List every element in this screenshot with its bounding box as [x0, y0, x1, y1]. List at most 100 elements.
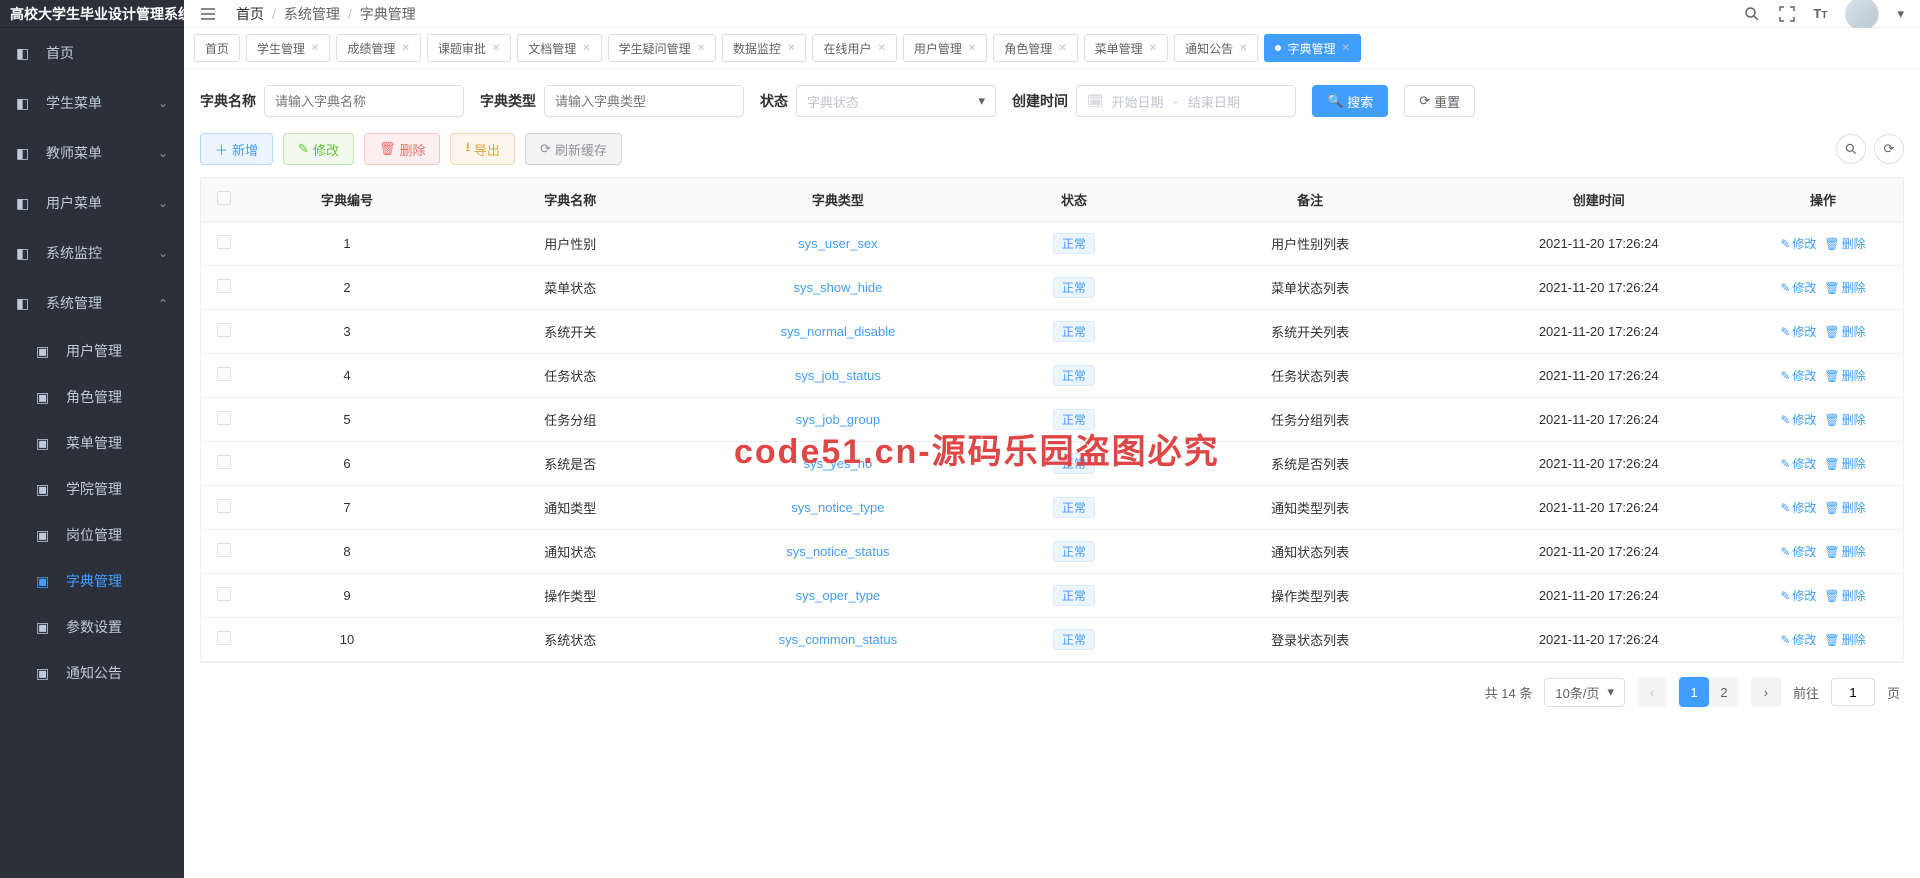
close-icon[interactable]: ✕ — [1239, 43, 1247, 54]
row-delete-button[interactable]: 🗑删除 — [1824, 633, 1865, 647]
row-checkbox[interactable] — [217, 499, 231, 513]
sidebar-item-param-mgmt[interactable]: ▣参数设置 — [20, 604, 184, 650]
page-size-select[interactable]: 10条/页 ▾ — [1544, 678, 1625, 707]
close-icon[interactable]: ✕ — [1342, 43, 1350, 54]
row-checkbox[interactable] — [217, 455, 231, 469]
tab-字典管理[interactable]: 字典管理✕ — [1264, 34, 1360, 62]
close-icon[interactable]: ✕ — [968, 43, 976, 54]
row-delete-button[interactable]: 🗑删除 — [1824, 369, 1865, 383]
page-2-button[interactable]: 2 — [1709, 677, 1739, 707]
sidebar-item-role-mgmt[interactable]: ▣角色管理 — [20, 374, 184, 420]
sidebar-item-system[interactable]: ◧系统管理⌄ — [0, 278, 184, 328]
sidebar-item-teacher[interactable]: ◧教师菜单⌄ — [0, 128, 184, 178]
hamburger-icon[interactable] — [200, 6, 216, 22]
tab-通知公告[interactable]: 通知公告✕ — [1174, 34, 1258, 62]
close-icon[interactable]: ✕ — [697, 43, 705, 54]
tab-在线用户[interactable]: 在线用户✕ — [812, 34, 896, 62]
close-icon[interactable]: ✕ — [787, 43, 795, 54]
delete-button[interactable]: 🗑删除 — [364, 133, 441, 165]
row-checkbox[interactable] — [217, 587, 231, 601]
next-page-button[interactable]: › — [1751, 677, 1781, 707]
row-checkbox[interactable] — [217, 279, 231, 293]
prev-page-button[interactable]: ‹ — [1637, 677, 1667, 707]
row-checkbox[interactable] — [217, 411, 231, 425]
edit-button[interactable]: ✎修改 — [283, 133, 354, 165]
fullscreen-icon[interactable] — [1779, 6, 1795, 22]
tab-文档管理[interactable]: 文档管理✕ — [517, 34, 601, 62]
sidebar-item-home[interactable]: ◧首页 — [0, 28, 184, 78]
close-icon[interactable]: ✕ — [1058, 43, 1066, 54]
cell-type-link[interactable]: sys_user_sex — [798, 236, 877, 251]
sidebar-item-monitor[interactable]: ◧系统监控⌄ — [0, 228, 184, 278]
row-checkbox[interactable] — [217, 631, 231, 645]
refresh-table-button[interactable]: ⟳ — [1874, 134, 1904, 164]
cell-type-link[interactable]: sys_common_status — [779, 632, 898, 647]
tab-首页[interactable]: 首页 — [194, 34, 240, 62]
tab-用户管理[interactable]: 用户管理✕ — [903, 34, 987, 62]
cell-type-link[interactable]: sys_notice_type — [791, 500, 884, 515]
close-icon[interactable]: ✕ — [1149, 43, 1157, 54]
row-edit-button[interactable]: ✎修改 — [1780, 589, 1816, 603]
row-delete-button[interactable]: 🗑删除 — [1824, 545, 1865, 559]
tab-角色管理[interactable]: 角色管理✕ — [993, 34, 1077, 62]
font-size-icon[interactable]: TT — [1813, 6, 1827, 21]
sidebar-item-user[interactable]: ◧用户菜单⌄ — [0, 178, 184, 228]
refresh-cache-button[interactable]: ⟳刷新缓存 — [525, 133, 622, 165]
row-edit-button[interactable]: ✎修改 — [1780, 457, 1816, 471]
sidebar-item-menu-mgmt[interactable]: ▣菜单管理 — [20, 420, 184, 466]
cell-type-link[interactable]: sys_notice_status — [786, 544, 889, 559]
row-edit-button[interactable]: ✎修改 — [1780, 633, 1816, 647]
row-edit-button[interactable]: ✎修改 — [1780, 325, 1816, 339]
sidebar-item-student[interactable]: ◧学生菜单⌄ — [0, 78, 184, 128]
cell-type-link[interactable]: sys_job_status — [795, 368, 881, 383]
sidebar-item-notice-mgmt[interactable]: ▣通知公告 — [20, 650, 184, 696]
row-edit-button[interactable]: ✎修改 — [1780, 545, 1816, 559]
sidebar-item-post-mgmt[interactable]: ▣岗位管理 — [20, 512, 184, 558]
sidebar-item-college-mgmt[interactable]: ▣学院管理 — [20, 466, 184, 512]
row-edit-button[interactable]: ✎修改 — [1780, 501, 1816, 515]
avatar[interactable] — [1845, 0, 1879, 31]
sidebar-item-dict-mgmt[interactable]: ▣字典管理 — [20, 558, 184, 604]
close-icon[interactable]: ✕ — [877, 43, 885, 54]
jump-page-input[interactable] — [1831, 678, 1875, 706]
close-icon[interactable]: ✕ — [492, 43, 500, 54]
row-delete-button[interactable]: 🗑删除 — [1824, 325, 1865, 339]
breadcrumb-item[interactable]: 首页 — [236, 6, 264, 22]
avatar-caret-icon[interactable]: ▾ — [1897, 6, 1904, 22]
select-all-checkbox[interactable] — [217, 191, 231, 205]
row-delete-button[interactable]: 🗑删除 — [1824, 457, 1865, 471]
cell-type-link[interactable]: sys_show_hide — [793, 280, 882, 295]
row-checkbox[interactable] — [217, 323, 231, 337]
date-range-input[interactable]: 🗓 开始日期 - 结束日期 — [1076, 85, 1296, 117]
dict-type-input[interactable] — [544, 85, 744, 117]
sidebar-item-user-mgmt[interactable]: ▣用户管理 — [20, 328, 184, 374]
close-icon[interactable]: ✕ — [582, 43, 590, 54]
row-delete-button[interactable]: 🗑删除 — [1824, 589, 1865, 603]
tab-数据监控[interactable]: 数据监控✕ — [722, 34, 806, 62]
cell-type-link[interactable]: sys_job_group — [796, 412, 881, 427]
row-checkbox[interactable] — [217, 367, 231, 381]
row-delete-button[interactable]: 🗑删除 — [1824, 501, 1865, 515]
row-edit-button[interactable]: ✎修改 — [1780, 237, 1816, 251]
breadcrumb-item[interactable]: 系统管理 — [284, 6, 340, 22]
cell-type-link[interactable]: sys_oper_type — [796, 588, 881, 603]
tab-课题审批[interactable]: 课题审批✕ — [427, 34, 511, 62]
row-checkbox[interactable] — [217, 543, 231, 557]
export-button[interactable]: ⭳导出 — [450, 133, 515, 165]
search-button[interactable]: 🔍 搜索 — [1312, 85, 1388, 117]
tab-学生管理[interactable]: 学生管理✕ — [246, 34, 330, 62]
reset-button[interactable]: ⟳ 重置 — [1404, 85, 1475, 117]
cell-type-link[interactable]: sys_normal_disable — [780, 324, 895, 339]
tab-成绩管理[interactable]: 成绩管理✕ — [336, 34, 420, 62]
row-delete-button[interactable]: 🗑删除 — [1824, 237, 1865, 251]
dict-name-input[interactable] — [264, 85, 464, 117]
close-icon[interactable]: ✕ — [401, 43, 409, 54]
row-checkbox[interactable] — [217, 235, 231, 249]
page-1-button[interactable]: 1 — [1679, 677, 1709, 707]
search-toggle-button[interactable] — [1836, 134, 1866, 164]
add-button[interactable]: ＋新增 — [200, 133, 273, 165]
row-edit-button[interactable]: ✎修改 — [1780, 413, 1816, 427]
status-select[interactable]: 字典状态 ▾ — [796, 85, 996, 117]
tab-学生疑问管理[interactable]: 学生疑问管理✕ — [608, 34, 716, 62]
search-icon[interactable] — [1743, 5, 1761, 23]
